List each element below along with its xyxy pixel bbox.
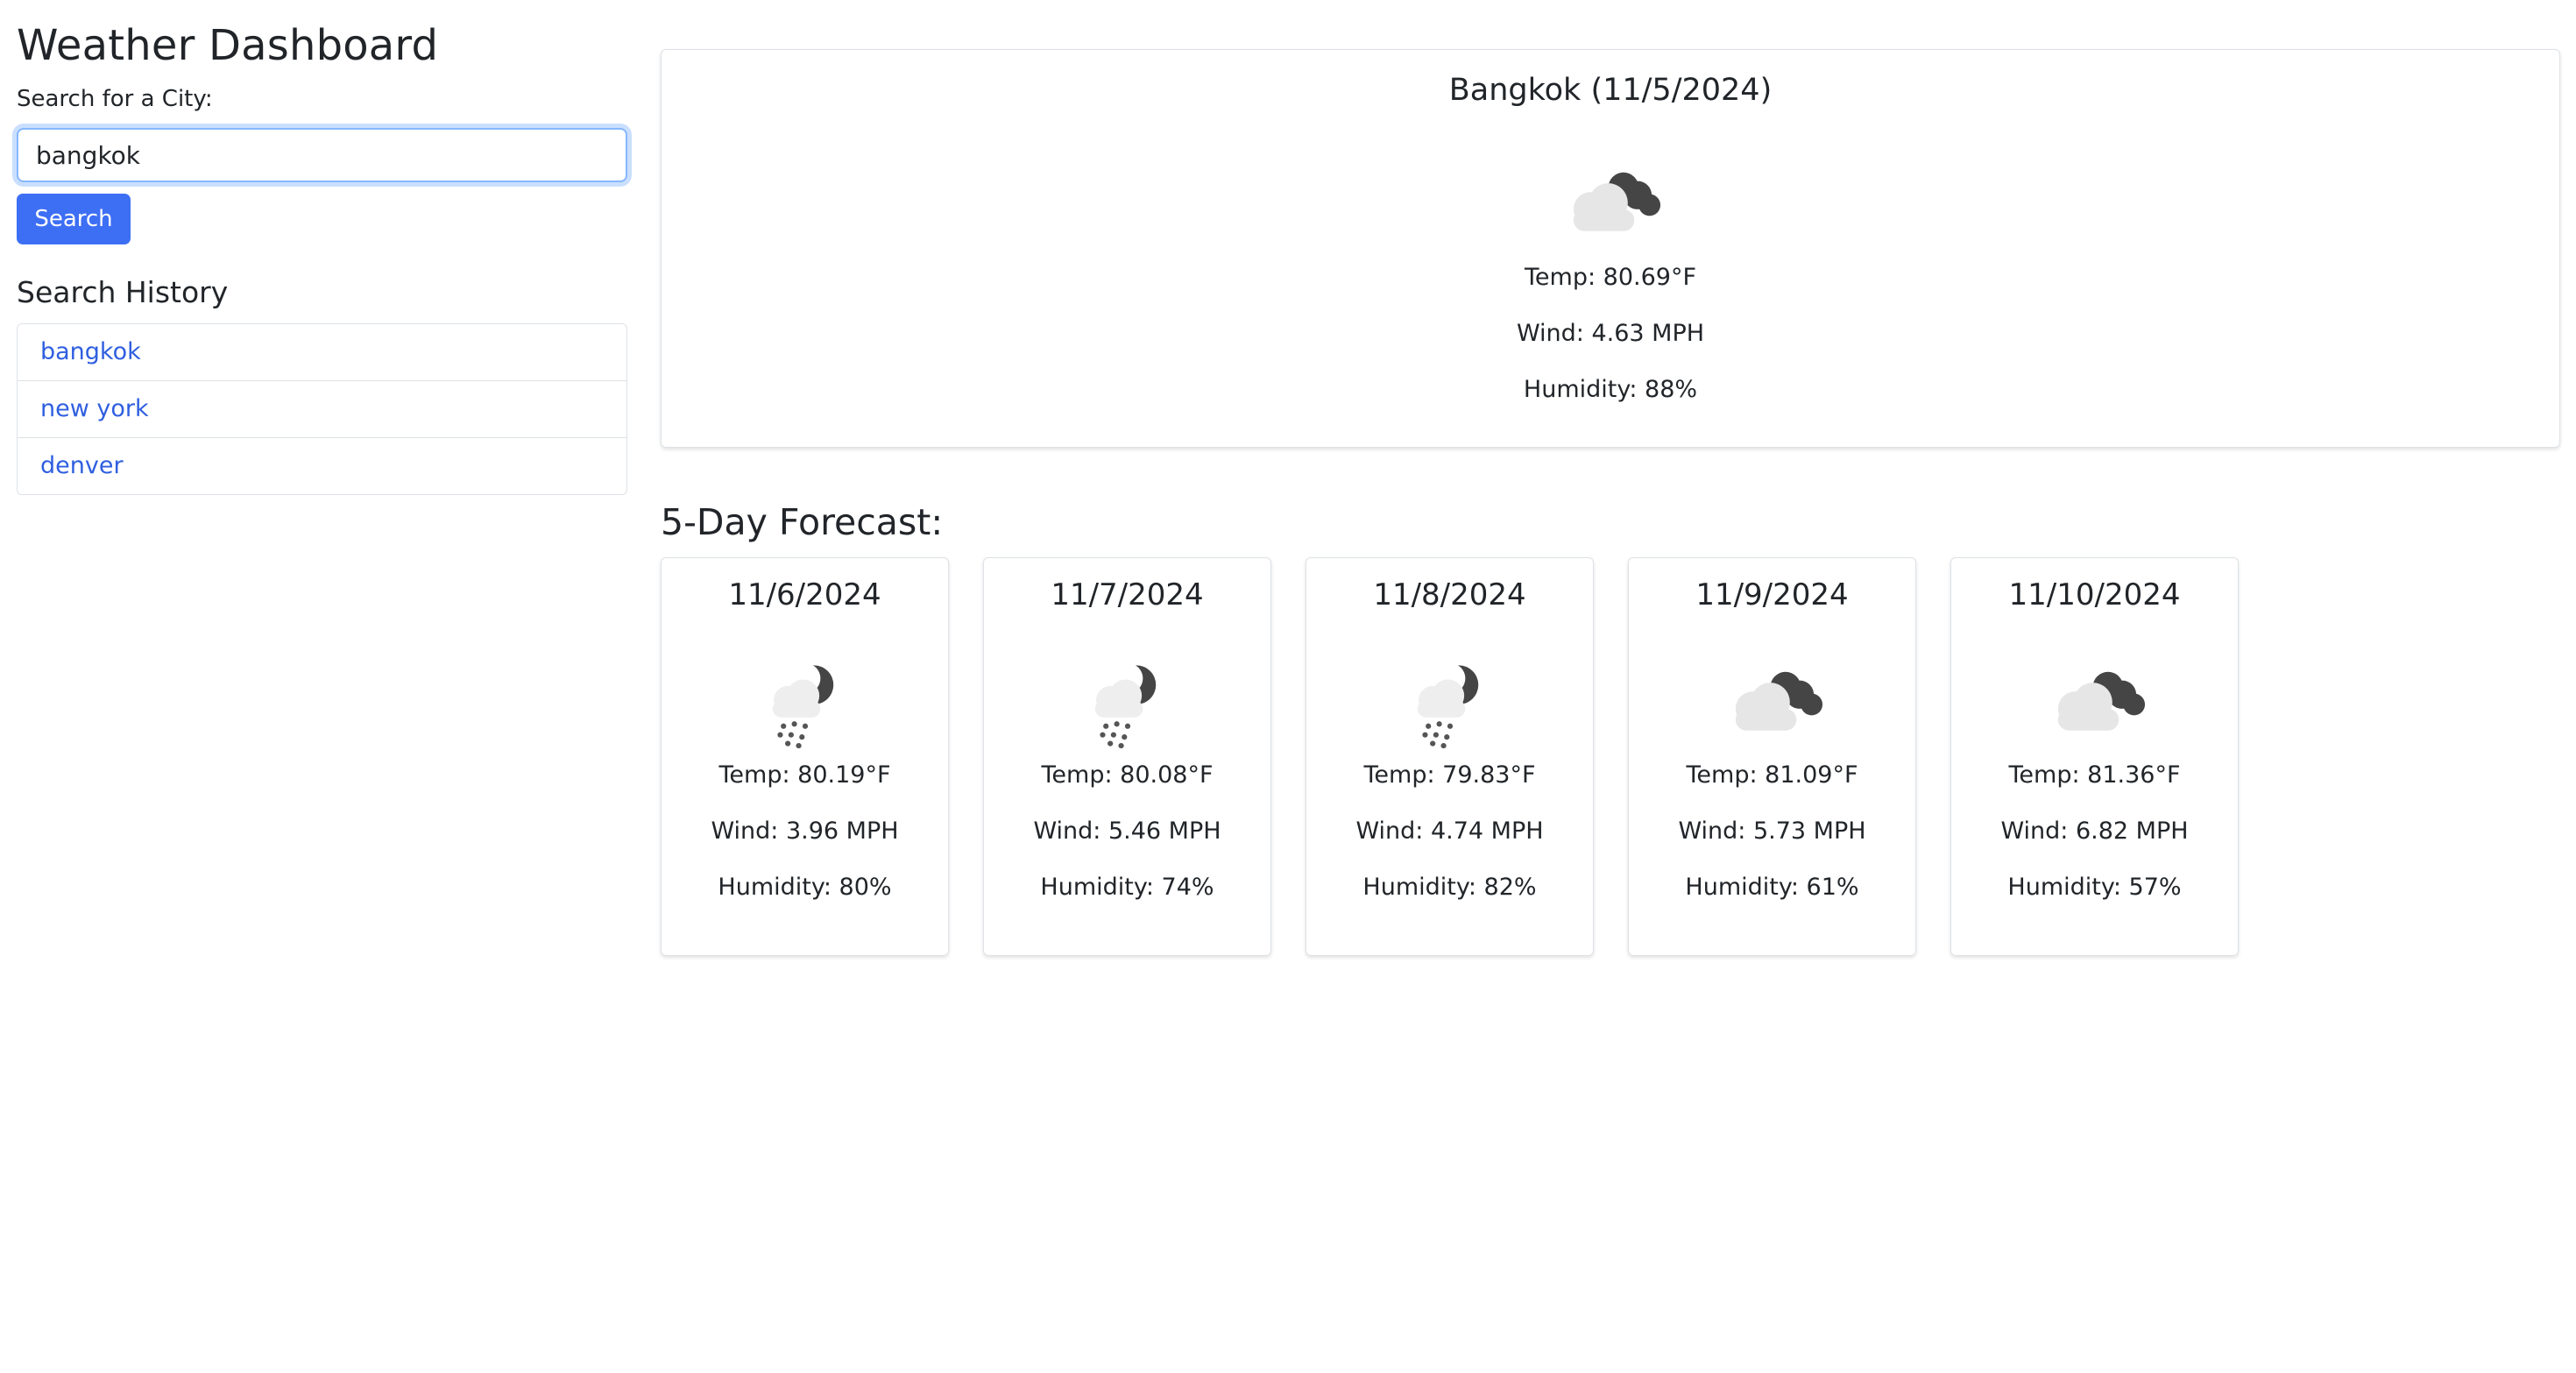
forecast-temp: Temp: 81.36°F (2008, 761, 2181, 789)
forecast-card: 11/10/2024 Temp: 81.36°F Wind: 6.82 MPH … (1950, 557, 2239, 956)
forecast-date: 11/7/2024 (1051, 577, 1204, 612)
forecast-wind: Wind: 5.73 MPH (1678, 817, 1866, 845)
cloudy-night-icon (2057, 671, 2145, 731)
forecast-wind: Wind: 5.46 MPH (1033, 817, 1221, 845)
forecast-card: 11/9/2024 Temp: 81.09°F Wind: 5.73 MPH H… (1628, 557, 1916, 956)
forecast-humidity: Humidity: 61% (1685, 874, 1859, 901)
forecast-temp: Temp: 80.19°F (718, 761, 891, 789)
current-temp: Temp: 80.69°F (1525, 264, 1696, 291)
rain-night-icon (1417, 662, 1478, 749)
forecast-wind: Wind: 4.74 MPH (1355, 817, 1544, 845)
city-search-label: Search for a City: (17, 86, 213, 112)
forecast-humidity: Humidity: 57% (2007, 874, 2182, 901)
city-search-input[interactable] (17, 128, 627, 182)
forecast-date: 11/8/2024 (1373, 577, 1526, 612)
forecast-card: 11/6/2024 Temp: 80.19°F Wind: 3.96 MPH H… (661, 557, 949, 956)
cloudy-night-icon (1735, 671, 1822, 731)
forecast-card: 11/8/2024 Temp: 79.83°F Wind: 4.74 MPH H… (1306, 557, 1594, 956)
forecast-date: 11/9/2024 (1695, 577, 1849, 612)
search-button[interactable]: Search (17, 194, 131, 244)
current-weather-card: Bangkok (11/5/2024) Temp: 80.69°F Wind: … (661, 49, 2560, 448)
search-history-title: Search History (17, 275, 229, 309)
history-item-new-york[interactable]: new york (18, 381, 626, 438)
forecast-temp: Temp: 80.08°F (1041, 761, 1214, 789)
forecast-date: 11/6/2024 (728, 577, 881, 612)
forecast-date: 11/10/2024 (2008, 577, 2181, 612)
rain-night-icon (1094, 662, 1156, 749)
forecast-humidity: Humidity: 74% (1040, 874, 1214, 901)
history-item-denver[interactable]: denver (18, 438, 626, 494)
history-item-bangkok[interactable]: bangkok (18, 324, 626, 381)
current-wind: Wind: 4.63 MPH (1516, 320, 1705, 347)
rain-night-icon (772, 662, 833, 749)
forecast-wind: Wind: 3.96 MPH (711, 817, 899, 845)
forecast-title: 5-Day Forecast: (661, 501, 944, 543)
forecast-card: 11/7/2024 Temp: 80.08°F Wind: 5.46 MPH H… (983, 557, 1271, 956)
forecast-humidity: Humidity: 82% (1362, 874, 1537, 901)
search-history-list: bangkok new york denver (17, 323, 627, 495)
forecast-temp: Temp: 81.09°F (1686, 761, 1858, 789)
forecast-temp: Temp: 79.83°F (1363, 761, 1536, 789)
current-city-title: Bangkok (11/5/2024) (1448, 73, 1773, 108)
page-title: Weather Dashboard (17, 21, 439, 70)
forecast-wind: Wind: 6.82 MPH (2000, 817, 2189, 845)
cloudy-night-icon (1573, 172, 1661, 231)
forecast-humidity: Humidity: 80% (718, 874, 892, 901)
current-humidity: Humidity: 88% (1523, 376, 1698, 403)
weather-dashboard: Weather Dashboard Search for a City: Sea… (0, 0, 2576, 1373)
